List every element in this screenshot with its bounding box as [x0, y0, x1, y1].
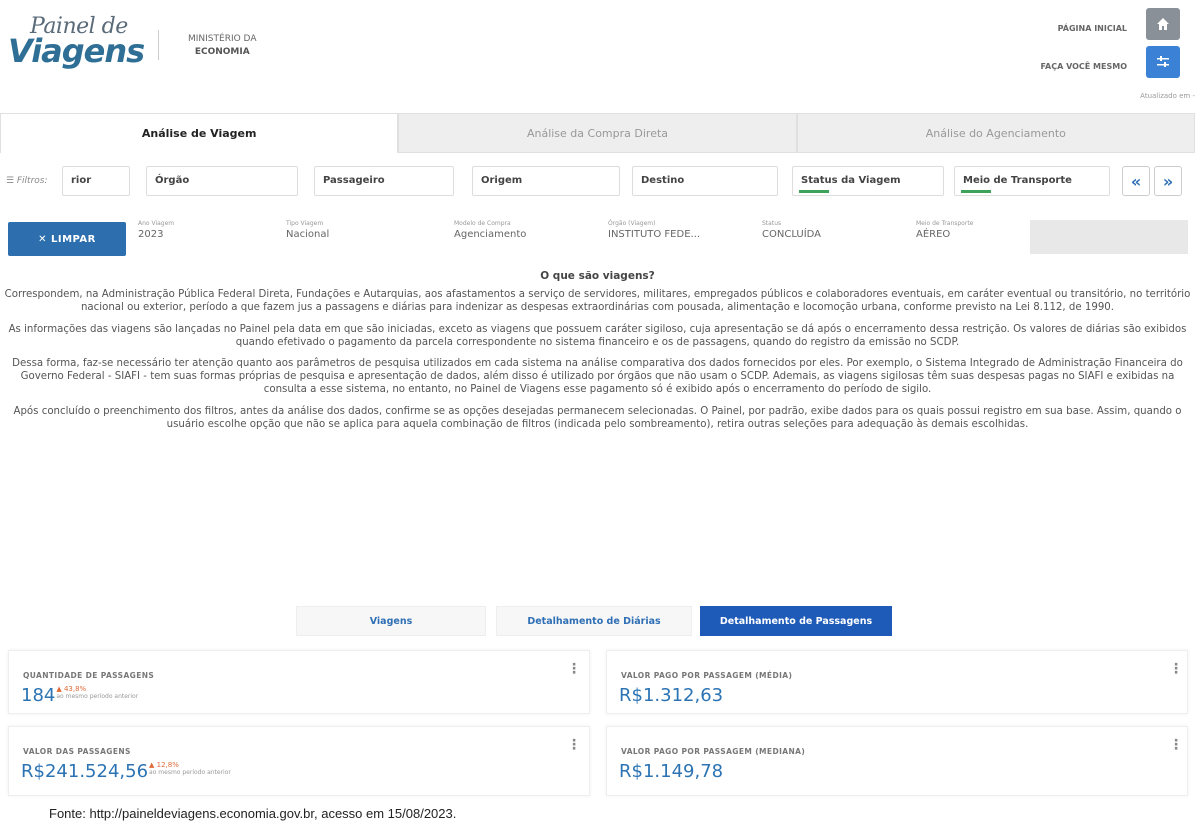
kpi-title: QUANTIDADE DE PASSAGENS [23, 671, 155, 680]
kpi-card-quantidade-passagens: QUANTIDADE DE PASSAGENS 184▲ 43,8% ao mes… [8, 650, 590, 714]
filter-status-viagem[interactable]: Status da Viagem [792, 166, 944, 196]
updated-label: Atualizado em - [1140, 92, 1195, 100]
selected-meio-transporte: Meio de Transporte AÉREO [916, 220, 974, 240]
kpi-delta: ▲ 12,8% ao mesmo período anterior [149, 761, 231, 776]
selected-orgao: Órgão (Viagem) INSTITUTO FEDE... [608, 220, 701, 240]
filters-prev-button[interactable]: « [1122, 166, 1150, 196]
main-tabs: Análise de Viagem Análise da Compra Dire… [0, 113, 1195, 153]
kpi-card-valor-medio: VALOR PAGO POR PASSAGEM (MÉDIA) R$1.312,… [606, 650, 1188, 714]
ministry-line-1: MINISTÉRIO DA [188, 34, 257, 44]
kpi-card-valor-mediana: VALOR PAGO POR PASSAGEM (MEDIANA) R$1.14… [606, 726, 1188, 796]
info-text: O que são viagens? Correspondem, na Admi… [0, 270, 1195, 439]
kpi-card-valor-passagens: VALOR DAS PASSAGENS R$241.524,56▲ 12,8% a… [8, 726, 590, 796]
filter-passageiro[interactable]: Passageiro [314, 166, 454, 196]
home-link[interactable]: PÁGINA INICIAL [1058, 24, 1127, 33]
filter-origem[interactable]: Origem [472, 166, 620, 196]
home-button[interactable] [1146, 8, 1180, 40]
kpi-menu-icon[interactable]: ⋮ [1169, 737, 1183, 753]
ministry-label: MINISTÉRIO DA ECONOMIA [188, 33, 256, 59]
filter-lines-icon: ☰ [6, 176, 17, 186]
selected-empty-slot [1030, 220, 1188, 254]
kpi-value: R$1.312,63 [619, 685, 724, 706]
info-paragraph: Correspondem, na Administração Pública F… [4, 289, 1191, 314]
selected-modelo-compra: Modelo de Compra Agenciamento [454, 220, 527, 240]
selected-status: Status CONCLUÍDA [762, 220, 822, 240]
kpi-menu-icon[interactable]: ⋮ [1169, 661, 1183, 677]
kpi-menu-icon[interactable]: ⋮ [567, 737, 581, 753]
tab-analise-de-viagem[interactable]: Análise de Viagem [0, 113, 399, 153]
kpi-title: VALOR PAGO POR PASSAGEM (MÉDIA) [621, 671, 793, 680]
info-heading: O que são viagens? [540, 270, 655, 282]
tab-analise-agenciamento[interactable]: Análise do Agenciamento [796, 113, 1195, 153]
section-tabs: Viagens Detalhamento de Diárias Detalham… [0, 606, 1195, 636]
info-paragraph: As informações das viagens são lançadas … [8, 323, 1187, 348]
tab-detalhamento-passagens[interactable]: Detalhamento de Passagens [700, 606, 892, 636]
source-caption: Fonte: http://paineldeviagens.economia.g… [49, 806, 457, 821]
tab-analise-compra-direta[interactable]: Análise da Compra Direta [398, 113, 797, 153]
diy-link[interactable]: FAÇA VOCÊ MESMO [1040, 62, 1127, 71]
filter-active-bar [961, 190, 991, 193]
filter-orgao[interactable]: Órgão [146, 166, 298, 196]
info-paragraph: Dessa forma, faz-se necessário ter atenç… [12, 358, 1183, 396]
selected-filters: ✕ LIMPAR Ano Viagem 2023 Tipo Viagem Nacio… [0, 212, 1195, 256]
kpi-menu-icon[interactable]: ⋮ [567, 661, 581, 677]
filters-label: ☰ Filtros: [6, 176, 48, 186]
ministry-line-2: ECONOMIA [194, 47, 250, 57]
painel-de-viagens-logo[interactable]: Painel de Viagens [6, 14, 146, 74]
kpi-value: R$241.524,56▲ 12,8% ao mesmo período ante… [21, 761, 231, 782]
selected-ano-viagem: Ano Viagem 2023 [138, 220, 175, 240]
kpi-delta: ▲ 43,8% ao mesmo período anterior [56, 685, 139, 700]
logo-divider [158, 30, 159, 60]
filters-bar: ☰ Filtros: rior Órgão Passageiro Origem … [0, 166, 1195, 202]
tab-detalhamento-diarias[interactable]: Detalhamento de Diárias [496, 606, 692, 636]
kpi-title: VALOR DAS PASSAGENS [23, 747, 131, 756]
filter-active-bar [799, 190, 829, 193]
filter-destino[interactable]: Destino [632, 166, 778, 196]
clear-filters-button[interactable]: ✕ LIMPAR [8, 222, 126, 256]
kpi-value: 184▲ 43,8% ao mesmo período anterior [21, 685, 139, 706]
header: Painel de Viagens MINISTÉRIO DA ECONOMIA… [0, 0, 1195, 100]
kpi-value: R$1.149,78 [619, 761, 724, 782]
tab-viagens[interactable]: Viagens [296, 606, 486, 636]
sliders-icon [1157, 56, 1169, 67]
filters-next-button[interactable]: » [1154, 166, 1182, 196]
diy-button[interactable] [1146, 46, 1180, 78]
logo-line-2: Viagens [8, 32, 145, 70]
home-icon [1157, 18, 1169, 30]
kpi-title: VALOR PAGO POR PASSAGEM (MEDIANA) [621, 747, 806, 756]
info-paragraph: Após concluído o preenchimento dos filtr… [13, 405, 1182, 430]
selected-tipo-viagem: Tipo Viagem Nacional [286, 220, 330, 240]
filter-meio-transporte[interactable]: Meio de Transporte [954, 166, 1110, 196]
filter-exterior[interactable]: rior [62, 166, 130, 196]
